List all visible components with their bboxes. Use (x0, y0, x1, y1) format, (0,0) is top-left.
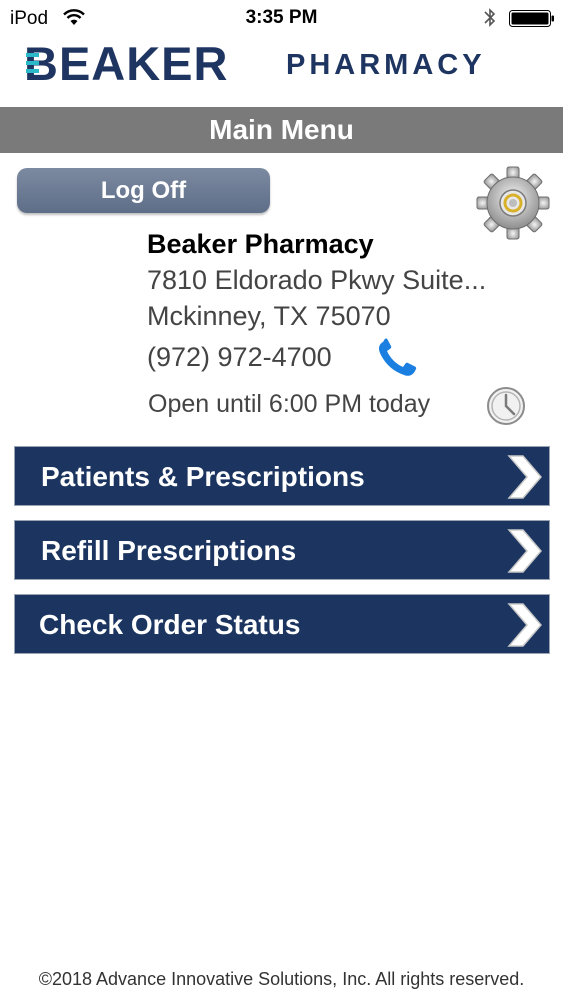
address-line1: 7810 Eldorado Pkwy Suite... (147, 265, 487, 295)
brand-logo: BEAKER PHARMACY (24, 40, 544, 88)
menu-item-label: Refill Prescriptions (41, 535, 297, 566)
patients-prescriptions-button[interactable]: Patients & Prescriptions (14, 446, 550, 506)
menu-item-label: Patients & Prescriptions (41, 461, 365, 492)
refill-prescriptions-button[interactable]: Refill Prescriptions (14, 520, 550, 580)
logo-stripes-icon (26, 53, 39, 73)
logo-suffix-text: PHARMACY (286, 49, 486, 81)
pharmacy-name: Beaker Pharmacy (147, 229, 374, 259)
address-line2: Mckinney, TX 75070 (147, 301, 391, 331)
chevron-right-icon (507, 529, 542, 573)
menu-item-label: Check Order Status (39, 609, 301, 640)
hours-text: Open until 6:00 PM today (148, 390, 431, 418)
status-time: 3:35 PM (245, 7, 318, 28)
battery-icon (509, 10, 554, 27)
page-title: Main Menu (0, 107, 563, 153)
clock-icon[interactable] (486, 386, 526, 426)
chevron-right-icon (507, 603, 542, 647)
gear-icon[interactable] (476, 166, 550, 240)
check-order-status-button[interactable]: Check Order Status (14, 594, 550, 654)
phone-icon[interactable] (375, 338, 421, 378)
status-bar: iPod 3:35 PM (0, 0, 563, 36)
bluetooth-icon (484, 8, 496, 27)
log-off-button[interactable]: Log Off (17, 168, 270, 213)
copyright-footer: ©2018 Advance Innovative Solutions, Inc.… (38, 969, 525, 989)
chevron-right-icon (507, 455, 542, 499)
phone-number[interactable]: (972) 972-4700 (147, 342, 332, 373)
